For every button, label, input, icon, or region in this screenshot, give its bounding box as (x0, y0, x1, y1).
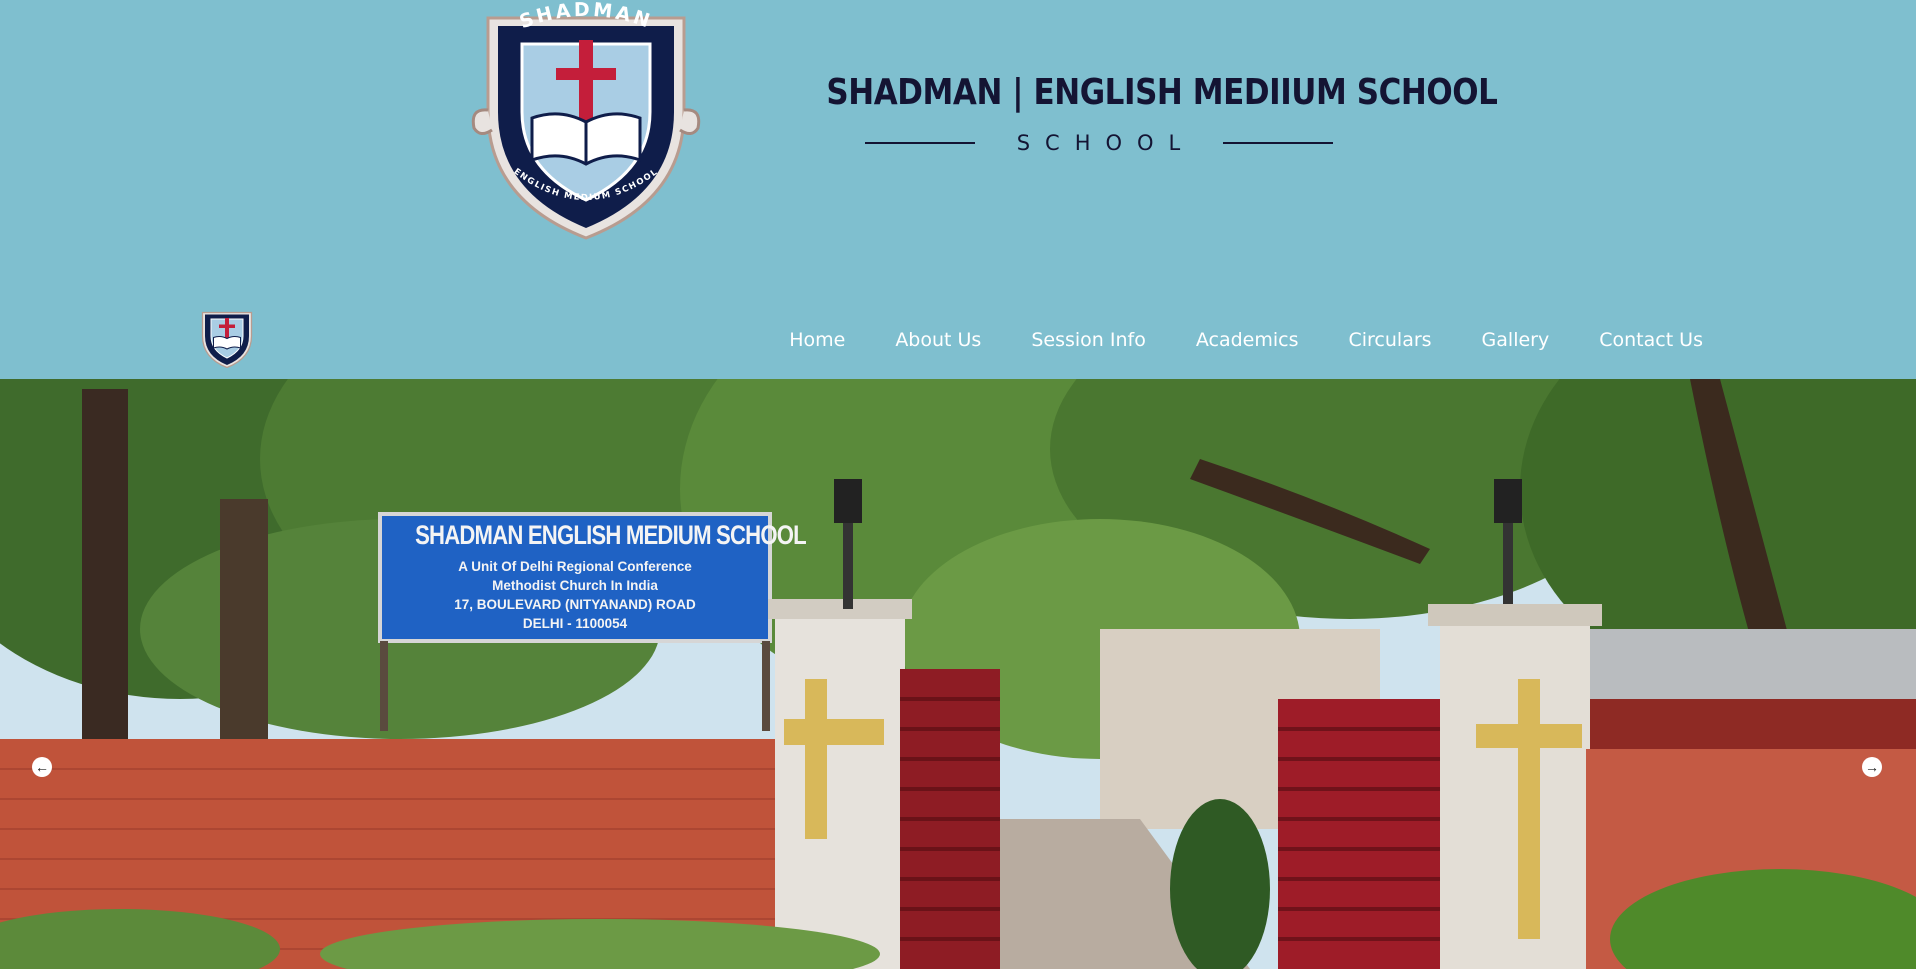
brand-wordmark: SHADMAN | ENGLISH MEDIIUM SCHOOL SCHOOL (782, 72, 1498, 162)
nav-home-logo[interactable] (197, 308, 257, 368)
nav-item-contact-us[interactable]: Contact Us (1599, 329, 1703, 351)
nav-item-circulars[interactable]: Circulars (1348, 329, 1431, 351)
nav-item-academics[interactable]: Academics (1196, 329, 1299, 351)
arrow-right-icon: → (1865, 759, 1879, 775)
school-crest-logo: SHADMAN ENGLISH MEDIUM SCHOOL (471, 0, 701, 240)
sign-line-3: 17, BOULEVARD (NITYANAND) ROAD (454, 597, 696, 612)
brand-divider-right (1223, 142, 1334, 144)
slider-prev-button[interactable]: ← (32, 757, 52, 777)
nav-item-session-info[interactable]: Session Info (1031, 329, 1146, 351)
nav-item-about-us[interactable]: About Us (895, 329, 981, 351)
hero-slider: SHADMAN ENGLISH MEDIUM SCHOOL A Unit Of … (0, 379, 1916, 969)
header-banner: SHADMAN ENGLISH MEDIUM SCHOOL SHADMAN | … (0, 0, 1916, 300)
sign-line-2: Methodist Church In India (492, 578, 658, 593)
slider-next-button[interactable]: → (1862, 757, 1882, 777)
nav-menu: Home About Us Session Info Academics Cir… (789, 312, 1703, 368)
sign-line-4: DELHI - 1100054 (522, 616, 628, 631)
nav-item-gallery[interactable]: Gallery (1482, 329, 1550, 351)
brand-subtitle: SCHOOL (1016, 131, 1196, 155)
school-gate-photo (0, 379, 1916, 969)
nav-item-home[interactable]: Home (789, 329, 845, 351)
sign-title: SHADMAN ENGLISH MEDIUM SCHOOL (415, 520, 807, 550)
arrow-left-icon: ← (35, 759, 49, 775)
brand-divider-left (864, 142, 975, 144)
brand-title: SHADMAN | ENGLISH MEDIIUM SCHOOL (826, 72, 1498, 113)
sign-line-1: A Unit Of Delhi Regional Conference (458, 559, 692, 574)
brand-subtitle-row: SCHOOL (782, 128, 1416, 158)
